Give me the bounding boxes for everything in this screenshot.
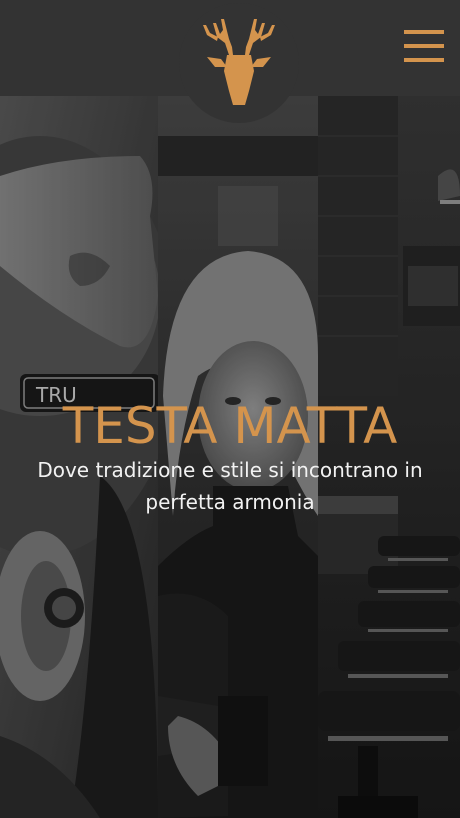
- page: TRU TESTA MATTA Dove tradizione e stile …: [0, 0, 460, 818]
- deer-head-icon: [203, 19, 275, 105]
- hero-subtitle: Dove tradizione e stile si incontrano in…: [37, 458, 423, 514]
- logo[interactable]: [179, 3, 299, 123]
- menu-line-top: [404, 30, 444, 34]
- menu-line-bottom: [404, 58, 444, 62]
- hero-title: TESTA MATTA: [62, 397, 398, 455]
- menu-line-middle: [404, 44, 444, 48]
- hamburger-menu-button[interactable]: [404, 30, 444, 62]
